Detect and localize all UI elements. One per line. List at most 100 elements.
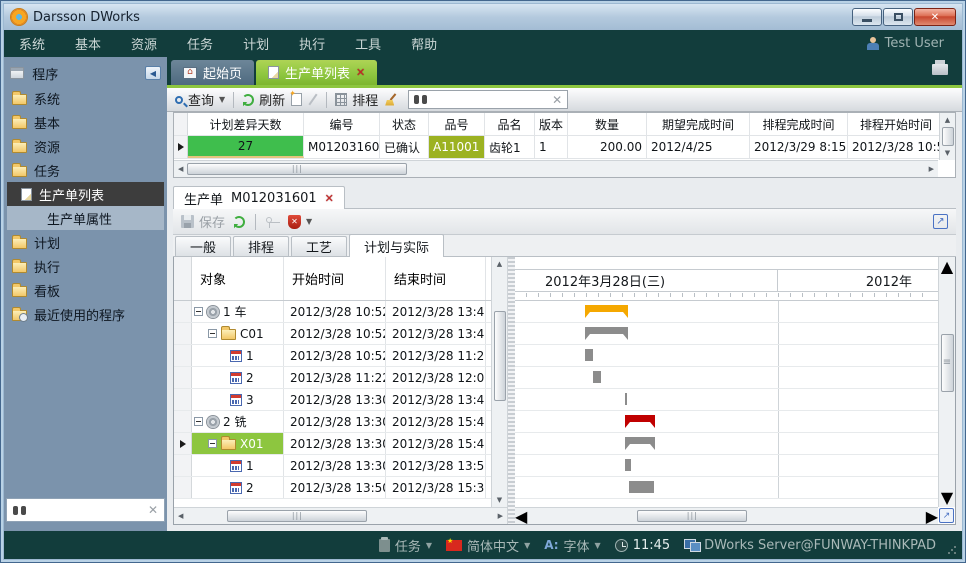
status-language-menu[interactable]: 简体中文 ▼ xyxy=(446,536,530,555)
gantt-vertical-scrollbar[interactable]: ▲▼ xyxy=(938,257,955,507)
collapse-box-icon[interactable] xyxy=(208,329,217,338)
gantt-bar-task[interactable] xyxy=(629,481,654,493)
tree-header-cell[interactable]: 对象 xyxy=(192,257,284,300)
resize-grip[interactable] xyxy=(947,545,957,555)
grid-cell[interactable]: 200.00 xyxy=(568,136,647,158)
sidebar-search-clear-icon[interactable]: ✕ xyxy=(148,503,158,517)
sidebar-item[interactable]: 执行 xyxy=(6,254,165,278)
sidebar-collapse-button[interactable]: ◀ xyxy=(145,66,161,80)
collapse-box-icon[interactable] xyxy=(194,307,203,316)
menu-item[interactable]: 执行 xyxy=(284,30,340,57)
sidebar-search-box[interactable]: ✕ xyxy=(6,498,165,522)
gantt-bar-summary[interactable] xyxy=(585,305,628,318)
menu-item[interactable]: 基本 xyxy=(60,30,116,57)
gantt-bar-task[interactable] xyxy=(625,393,627,405)
gantt-bar-summary[interactable] xyxy=(625,437,655,450)
sidebar-item[interactable]: 计划 xyxy=(6,230,165,254)
detail-tab[interactable]: 生产单 M012031601 ✕ xyxy=(173,186,345,209)
tree-row[interactable]: C012012/3/28 10:522012/3/28 13:40 xyxy=(174,323,507,345)
grid-cell[interactable]: 齿轮1 xyxy=(485,136,535,158)
schedule-button[interactable]: 排程 xyxy=(335,90,378,109)
grid-header-cell[interactable]: 排程完成时间 xyxy=(750,113,848,135)
tree-object-cell[interactable]: 1 xyxy=(192,455,284,476)
minimize-button[interactable] xyxy=(852,8,882,26)
grid-cell[interactable]: A11001 xyxy=(429,136,485,158)
collapse-box-icon[interactable] xyxy=(208,439,217,448)
chevron-down-icon[interactable]: ▼ xyxy=(219,95,225,104)
sidebar-item[interactable]: 看板 xyxy=(6,278,165,302)
tree-object-cell[interactable]: 1 车 xyxy=(192,301,284,322)
tree-row[interactable]: 22012/3/28 13:502012/3/28 15:30 xyxy=(174,477,507,499)
grid-header-cell[interactable]: 编号 xyxy=(304,113,380,135)
subtab-inactive[interactable]: 工艺 xyxy=(291,236,347,256)
grid-cell[interactable]: 2012/3/29 8:15 xyxy=(750,136,848,158)
printer-icon[interactable] xyxy=(932,64,948,75)
tree-header-cell[interactable]: 开始时间 xyxy=(284,257,386,300)
tree-object-cell[interactable]: 3 xyxy=(192,389,284,410)
gantt-bar-task[interactable] xyxy=(593,371,601,383)
grid-header-cell[interactable]: 状态 xyxy=(380,113,429,135)
tree-object-cell[interactable]: C01 xyxy=(192,323,284,344)
menu-item[interactable]: 工具 xyxy=(340,30,396,57)
tree-object-cell[interactable]: 2 xyxy=(192,477,284,498)
refresh-icon[interactable] xyxy=(233,216,245,228)
grid-cell[interactable]: 2012/3/28 10:52 xyxy=(848,136,945,158)
query-button[interactable]: 查询 ▼ xyxy=(175,90,225,109)
grid-cell[interactable]: M012031601 xyxy=(304,136,380,158)
broom-icon[interactable] xyxy=(384,93,398,107)
tree-row[interactable]: 32012/3/28 13:302012/3/28 13:40 xyxy=(174,389,507,411)
close-button[interactable]: ✕ xyxy=(914,8,956,26)
grid-header-cell[interactable]: 数量 xyxy=(568,113,647,135)
menu-item[interactable]: 任务 xyxy=(172,30,228,57)
tree-object-cell[interactable]: X01 xyxy=(192,433,284,454)
gantt-horizontal-scrollbar[interactable]: ◀▶ xyxy=(515,507,938,524)
filter-search-box[interactable]: ✕ xyxy=(408,90,568,109)
user-area[interactable]: Test User xyxy=(867,36,944,51)
tree-row[interactable]: X012012/3/28 13:302012/3/28 15:40 xyxy=(174,433,507,455)
tree-row[interactable]: 12012/3/28 10:522012/3/28 11:22 xyxy=(174,345,507,367)
grid-header-cell[interactable]: 品号 xyxy=(429,113,485,135)
tree-object-cell[interactable]: 2 xyxy=(192,367,284,388)
sidebar-item[interactable]: 生产单属性 xyxy=(7,206,164,230)
sidebar-item[interactable]: 资源 xyxy=(6,134,165,158)
validate-button[interactable]: ✕ ▼ xyxy=(288,215,312,229)
grid-header-cell[interactable]: 期望完成时间 xyxy=(647,113,750,135)
tab-close-icon[interactable]: ✕ xyxy=(356,66,365,79)
grid-header-cell[interactable]: 品名 xyxy=(485,113,535,135)
subtab-active[interactable]: 计划与实际 xyxy=(349,234,444,257)
tree-header-cell[interactable]: 结束时间 xyxy=(386,257,486,300)
gantt-bar-task[interactable] xyxy=(625,459,631,471)
grid-vertical-scrollbar[interactable]: ▲▼ xyxy=(939,113,955,160)
status-font-menu[interactable]: A: 字体 ▼ xyxy=(544,536,600,555)
tree-row[interactable]: 12012/3/28 13:302012/3/28 13:50 xyxy=(174,455,507,477)
subtab-inactive[interactable]: 排程 xyxy=(233,236,289,256)
grid-horizontal-scrollbar[interactable]: ◀▶ xyxy=(174,160,938,177)
maximize-button[interactable] xyxy=(883,8,913,26)
open-external-icon[interactable]: ↗ xyxy=(933,214,948,229)
sidebar-item[interactable]: 基本 xyxy=(6,110,165,134)
detail-tab-close-icon[interactable]: ✕ xyxy=(325,192,334,205)
sidebar-item[interactable]: 任务 xyxy=(6,158,165,182)
grid-data-row[interactable]: 27M012031601已确认A11001齿轮11200.002012/4/25… xyxy=(174,136,955,159)
refresh-button[interactable]: 刷新 xyxy=(242,90,285,109)
grid-header-cell[interactable]: 版本 xyxy=(535,113,568,135)
gantt-bar-summary[interactable] xyxy=(585,327,628,340)
grid-cell[interactable]: 1 xyxy=(535,136,568,158)
new-document-icon[interactable] xyxy=(291,93,302,106)
sidebar-item[interactable]: 最近使用的程序 xyxy=(6,302,165,326)
tree-row[interactable]: 22012/3/28 11:222012/3/28 12:00 xyxy=(174,367,507,389)
tree-vertical-scrollbar[interactable]: ▲▼ xyxy=(491,257,507,507)
save-button[interactable]: 保存 xyxy=(181,212,225,231)
gantt-navigate-icon[interactable]: ↗ xyxy=(939,508,954,523)
grid-header-cell[interactable]: 排程开始时间 xyxy=(848,113,945,135)
menu-item[interactable]: 系统 xyxy=(4,30,60,57)
tree-object-cell[interactable]: 2 铣 xyxy=(192,411,284,432)
splitter-handle[interactable] xyxy=(508,257,515,524)
menu-item[interactable]: 帮助 xyxy=(396,30,452,57)
grid-header-cell[interactable]: 计划差异天数 xyxy=(188,113,304,135)
menu-item[interactable]: 计划 xyxy=(228,30,284,57)
chevron-down-icon[interactable]: ▼ xyxy=(306,217,312,226)
tab-inactive[interactable]: ⌂起始页 xyxy=(171,60,254,85)
title-bar[interactable]: Darsson DWorks ✕ xyxy=(4,4,962,30)
tab-active[interactable]: 生产单列表✕ xyxy=(256,60,377,85)
